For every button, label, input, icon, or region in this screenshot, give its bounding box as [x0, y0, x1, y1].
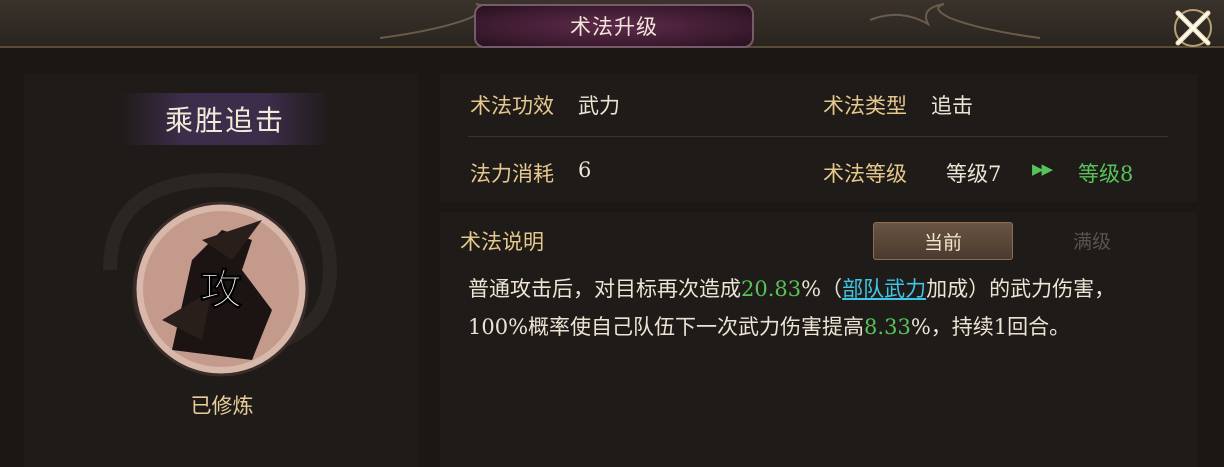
close-icon — [1174, 9, 1212, 47]
buff-percent: 8.33 — [864, 315, 911, 339]
dialog-title: 术法升级 — [474, 4, 754, 48]
level-label: 术法等级 — [823, 162, 907, 186]
tab-max-level[interactable]: 满级 — [1022, 222, 1162, 258]
cost-label: 法力消耗 — [470, 162, 554, 186]
description-line-1: 普通攻击后，对目标再次造成20.83%（部队武力加成）的武力伤害， — [468, 277, 1116, 301]
cost-value: 6 — [578, 158, 592, 182]
level-next: 等级8 — [1078, 162, 1134, 186]
description-line-2: 100%概率使自己队伍下一次武力伤害提高8.33%，持续1回合。 — [468, 315, 1071, 339]
level-current: 等级7 — [946, 162, 1002, 186]
effect-value: 武力 — [578, 94, 620, 118]
type-label: 术法类型 — [823, 94, 907, 118]
type-value: 追击 — [931, 94, 973, 118]
header-ornament-right — [869, 3, 1040, 39]
tab-current[interactable]: 当前 — [873, 222, 1013, 260]
damage-percent: 20.83 — [741, 277, 802, 301]
description-title: 术法说明 — [460, 230, 544, 254]
description-text: 普通攻击后，对目标再次造成20.83%（部队武力加成）的武力伤害， 100%概率… — [468, 270, 1188, 346]
skill-name: 乘胜追击 — [120, 93, 330, 145]
troop-force-link[interactable]: 部队武力 — [842, 277, 926, 301]
effect-label: 术法功效 — [470, 94, 554, 118]
skill-status: 已修炼 — [190, 394, 254, 418]
info-divider — [468, 136, 1168, 137]
level-arrow-icon: ▶▶ — [1032, 160, 1053, 178]
skill-icon-glyph: 攻 — [200, 265, 243, 314]
attack-skill-icon: 攻 — [133, 201, 309, 377]
skill-icon[interactable]: 攻 — [132, 200, 310, 378]
close-button[interactable] — [1170, 5, 1216, 51]
